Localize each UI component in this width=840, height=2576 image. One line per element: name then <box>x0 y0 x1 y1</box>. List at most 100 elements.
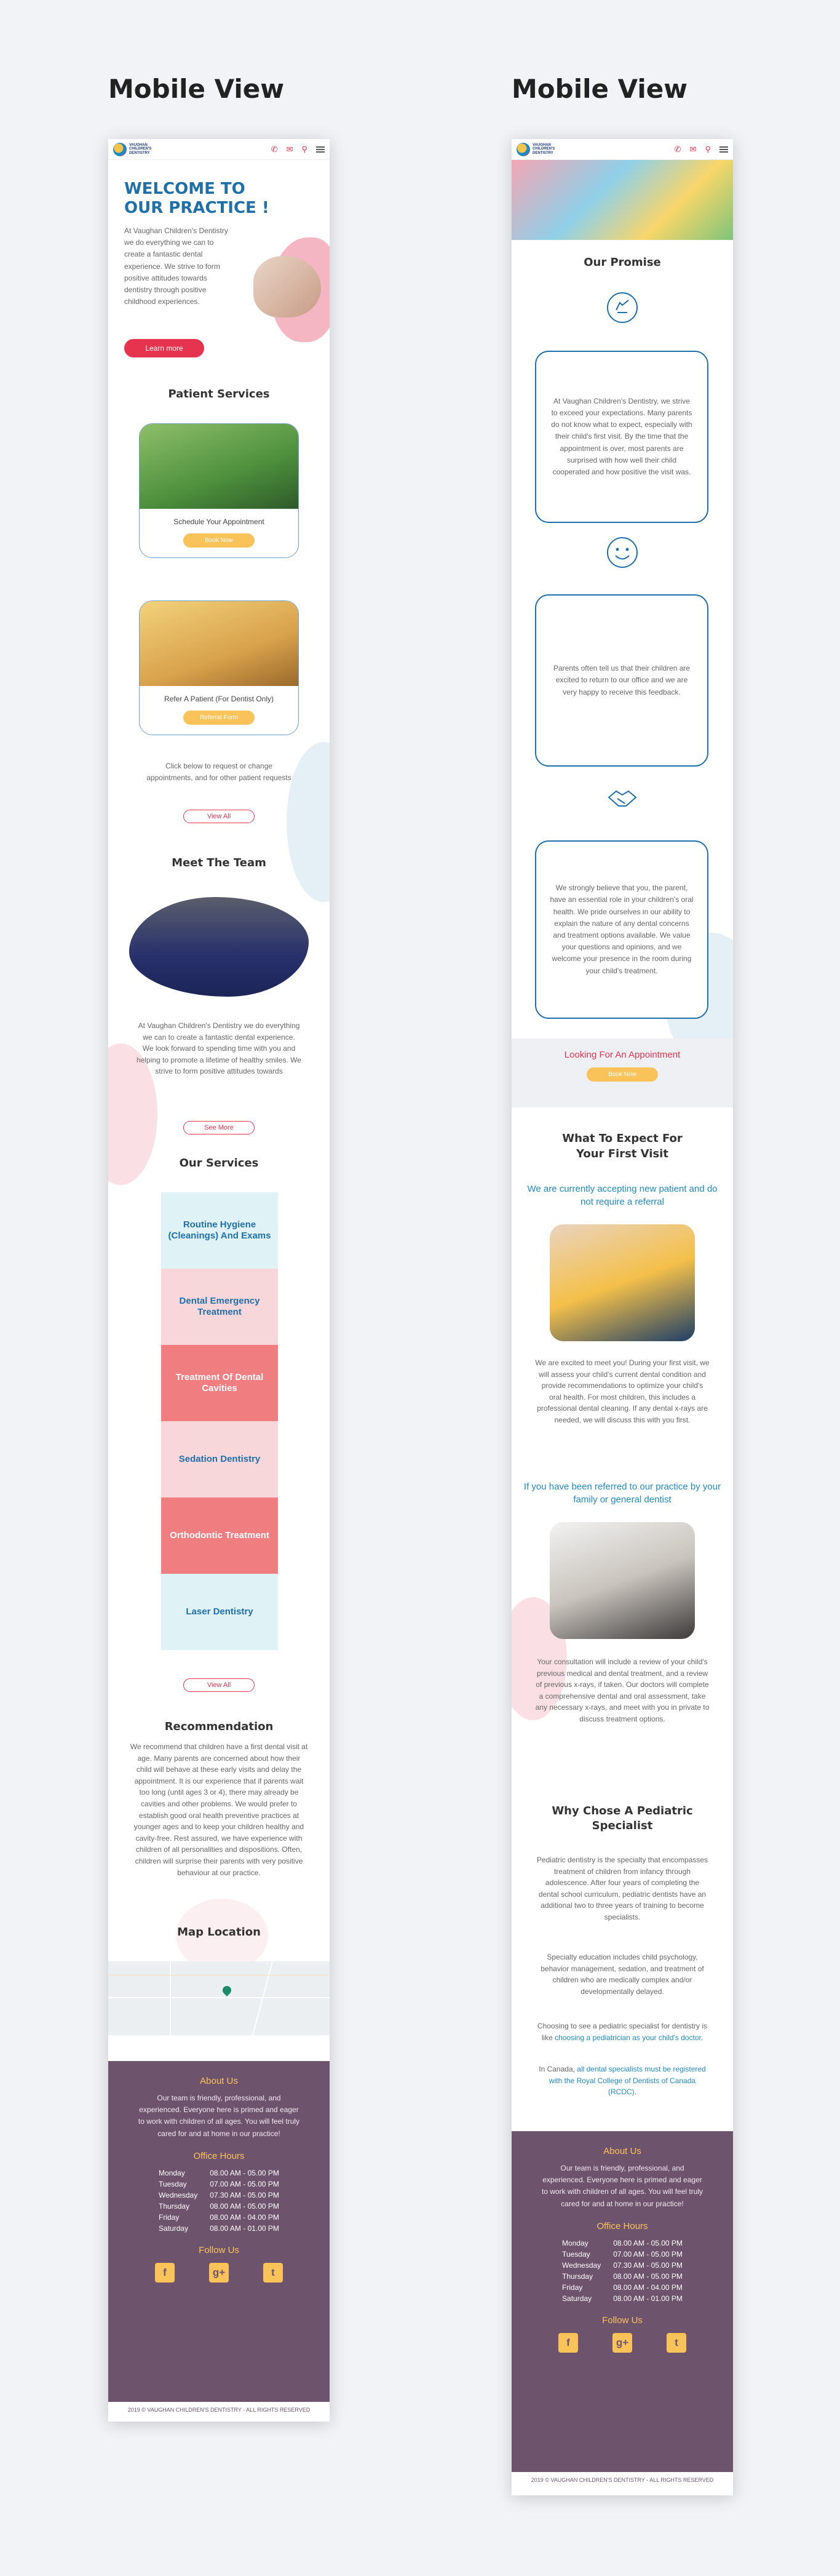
why-paragraph-4: In Canada, all dental specialists must b… <box>539 2065 706 2097</box>
thumbs-up-icon <box>607 292 638 323</box>
hours-row: Wednesday 07.30 AM - 05.00 PM <box>159 2190 279 2199</box>
our-services-title: Our Services <box>179 1157 259 1170</box>
service-item[interactable]: Routine Hygiene (Cleanings) And Exams <box>161 1192 278 1269</box>
phone-icon[interactable]: ✆ <box>675 145 681 154</box>
office-hours-title: Office Hours <box>596 2220 648 2231</box>
first-visit-text: We are excited to meet you! During your … <box>535 1358 710 1424</box>
see-more-button[interactable]: See More <box>183 1121 255 1134</box>
card-label: Schedule Your Appointment <box>173 517 264 526</box>
promise-card: At Vaughan Children's Dentistry, we stri… <box>535 351 708 523</box>
hero-kids-photo <box>512 160 733 240</box>
hours-row: Monday 08.00 AM - 05.00 PM <box>159 2168 279 2177</box>
service-item[interactable]: Treatment Of Dental Cavities <box>161 1345 278 1421</box>
view-all-our-services-button[interactable]: View All <box>183 1678 255 1692</box>
appointment-banner: Looking For An Appointment Book Now <box>512 1039 733 1107</box>
logo-mark <box>113 142 127 156</box>
google-plus-icon[interactable]: g+ <box>209 2262 229 2283</box>
about-us-text: Our team is friendly, professional, and … <box>541 2164 703 2208</box>
copyright: 2019 © VAUGHAN CHILDREN'S DENTISTRY - AL… <box>512 2477 733 2483</box>
map-pin-icon <box>221 1984 233 1996</box>
logo-text: VAUGHAN CHILDREN'S DENTISTRY <box>129 143 152 155</box>
right-mobile-screen: VAUGHAN CHILDREN'S DENTISTRY ✆ ✉ ⚲ Our P… <box>512 139 733 2495</box>
recommendation-text: We recommend that children have a first … <box>130 1742 308 1877</box>
hours-row: Wednesday 07.30 AM - 05.00 PM <box>562 2260 683 2270</box>
twitter-icon[interactable]: t <box>667 2332 686 2353</box>
welcome-text: At Vaughan Children's Dentistry we do ev… <box>124 226 228 306</box>
footer: About Us Our team is friendly, professio… <box>108 2061 330 2402</box>
card-photo <box>140 601 298 686</box>
location-icon[interactable]: ⚲ <box>705 145 711 154</box>
about-us-text: Our team is friendly, professional, and … <box>138 2094 300 2138</box>
location-icon[interactable]: ⚲ <box>301 145 307 154</box>
refer-patient-card[interactable]: Refer A Patient (For Dentist Only) Refer… <box>139 600 299 735</box>
pediatrician-link[interactable]: choosing a pediatrician as your child's … <box>555 2033 703 2042</box>
top-navbar: VAUGHAN CHILDREN'S DENTISTRY ✆ ✉ ⚲ <box>512 139 733 160</box>
follow-us-title: Follow Us <box>199 2244 239 2255</box>
first-visit-subtitle-new: We are currently accepting new patient a… <box>527 1184 718 1207</box>
office-hours-title: Office Hours <box>193 2150 245 2161</box>
menu-icon[interactable] <box>719 146 728 153</box>
mail-icon[interactable]: ✉ <box>287 145 293 154</box>
google-plus-icon[interactable]: g+ <box>612 2332 632 2353</box>
service-item[interactable]: Dental Emergency Treatment <box>161 1269 278 1345</box>
follow-us-title: Follow Us <box>602 2315 643 2326</box>
meet-team-title: Meet The Team <box>172 856 266 869</box>
map-location-title: Map Location <box>177 1926 261 1939</box>
handshake-icon <box>608 790 637 807</box>
footer: About Us Our team is friendly, professio… <box>512 2131 733 2472</box>
schedule-appointment-card[interactable]: Schedule Your Appointment Book Now <box>139 423 299 558</box>
smile-icon <box>607 537 638 568</box>
decorative-blob <box>287 742 330 902</box>
phone-icon[interactable]: ✆ <box>271 145 278 154</box>
team-photo <box>129 897 309 997</box>
about-us-title: About Us <box>200 2076 238 2086</box>
hours-row: Friday 08.00 AM - 04.00 PM <box>562 2283 683 2292</box>
recommendation-title: Recommendation <box>164 1720 274 1733</box>
first-visit-subtitle-referred: If you have been referred to our practic… <box>523 1481 721 1505</box>
top-navbar: VAUGHAN CHILDREN'S DENTISTRY ✆ ✉ ⚲ <box>108 139 330 160</box>
hours-row: Saturday 08.00 AM - 01.00 PM <box>562 2294 683 2303</box>
consultation-text: Your consultation will include a review … <box>535 1657 710 1723</box>
service-item[interactable]: Orthodontic Treatment <box>161 1497 278 1574</box>
book-now-button[interactable]: Book Now <box>587 1067 658 1082</box>
about-us-title: About Us <box>603 2146 641 2156</box>
why-paragraph-1: Pediatric dentistry is the specialty tha… <box>536 1856 708 1921</box>
hours-row: Tuesday 07.00 AM - 05.00 PM <box>159 2179 279 2188</box>
first-visit-title: What To Expect For Your First Visit <box>562 1132 683 1161</box>
office-hours-table: Monday 08.00 AM - 05.00 PM Tuesday 07.00 A… <box>556 2238 689 2304</box>
child-dental-photo <box>550 1224 695 1341</box>
book-now-button[interactable]: Book Now <box>183 533 255 548</box>
patient-services-note: Click below to request or change appoint… <box>146 762 291 782</box>
logo-mark <box>517 142 530 156</box>
appointment-title: Looking For An Appointment <box>564 1050 681 1060</box>
hours-row: Thursday 08.00 AM - 05.00 PM <box>159 2201 279 2211</box>
menu-icon[interactable] <box>316 146 325 153</box>
hours-row: Monday 08.00 AM - 05.00 PM <box>562 2238 683 2247</box>
view-all-services-button[interactable]: View All <box>183 810 255 823</box>
logo[interactable]: VAUGHAN CHILDREN'S DENTISTRY <box>113 142 162 156</box>
facebook-icon[interactable]: f <box>155 2262 175 2283</box>
service-item[interactable]: Laser Dentistry <box>161 1574 278 1650</box>
facebook-icon[interactable]: f <box>558 2332 578 2353</box>
hours-row: Friday 08.00 AM - 04.00 PM <box>159 2212 279 2222</box>
card-photo <box>140 424 298 509</box>
welcome-title: WELCOME TO OUR PRACTICE ! <box>124 180 269 218</box>
patient-services-title: Patient Services <box>168 388 270 401</box>
logo-text: VAUGHAN CHILDREN'S DENTISTRY <box>533 143 555 155</box>
doctors-photo <box>550 1522 695 1639</box>
mail-icon[interactable]: ✉ <box>690 145 697 154</box>
card-label: Refer A Patient (For Dentist Only) <box>164 695 274 703</box>
map-embed[interactable] <box>108 1961 330 2035</box>
our-promise-title: Our Promise <box>584 256 661 269</box>
hero-family-photo <box>253 256 321 317</box>
office-hours-table: Monday 08.00 AM - 05.00 PM Tuesday 07.00 A… <box>153 2167 285 2234</box>
right-view-title: Mobile View <box>512 74 688 104</box>
learn-more-button[interactable]: Learn more <box>124 339 204 357</box>
twitter-icon[interactable]: t <box>263 2262 283 2283</box>
promise-card: We strongly believe that you, the parent… <box>535 840 708 1019</box>
why-paragraph-2: Specialty education includes child psych… <box>541 1953 704 1996</box>
referral-form-button[interactable]: Referral Form <box>183 711 255 725</box>
why-paragraph-3: Choosing to see a pediatric specialist f… <box>537 2022 708 2042</box>
service-item[interactable]: Sedation Dentistry <box>161 1421 278 1497</box>
logo[interactable]: VAUGHAN CHILDREN'S DENTISTRY <box>517 142 566 156</box>
